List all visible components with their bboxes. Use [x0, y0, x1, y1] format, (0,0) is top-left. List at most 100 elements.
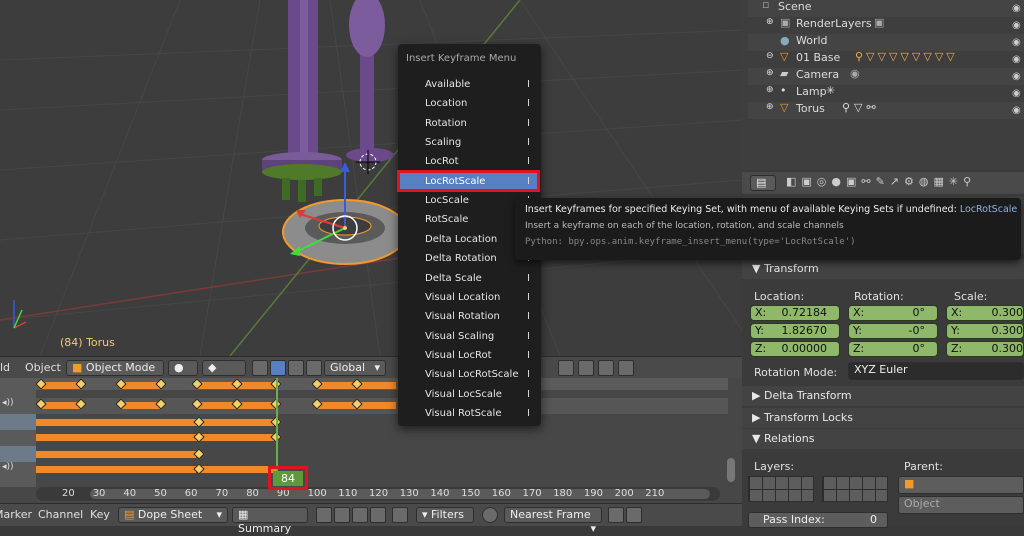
- pivot-dropdown[interactable]: ◆: [202, 360, 246, 376]
- keyframe-hold[interactable]: [36, 434, 276, 441]
- menu-item-locrot[interactable]: LocRot I: [400, 152, 539, 171]
- menu-item-rotation[interactable]: Rotation I: [400, 114, 539, 133]
- outliner-item-camera[interactable]: Camera: [796, 68, 839, 81]
- scale-y-field[interactable]: Y: 0.300: [946, 323, 1024, 339]
- ghost-icon[interactable]: [352, 507, 368, 523]
- menu-title: Insert Keyframe Menu: [406, 53, 517, 64]
- current-frame-indicator[interactable]: 84: [273, 471, 303, 486]
- rotation-z-field[interactable]: Z: 0°: [848, 341, 938, 357]
- keyframe-hold[interactable]: [36, 419, 276, 426]
- lock-icon[interactable]: [334, 507, 350, 523]
- rotation-label: Rotation:: [854, 290, 904, 303]
- outliner-item-01-base[interactable]: 01 Base: [796, 51, 840, 64]
- dopesheet-header: Marker Channel Key ▤ Dope Sheet ▾ ▦ Summ…: [0, 503, 742, 535]
- keyframe-hold[interactable]: [36, 451, 196, 458]
- relations-panel-header[interactable]: ▼ Relations: [742, 429, 1024, 449]
- cursor-icon[interactable]: [316, 507, 332, 523]
- view-menu[interactable]: ld: [0, 361, 10, 374]
- outliner-item-scene[interactable]: Scene: [778, 0, 812, 13]
- vertical-scrollbar[interactable]: [727, 458, 735, 482]
- copy-icon[interactable]: [608, 507, 624, 523]
- visibility-column[interactable]: ◉ ◉ ◉ ◉ ◉ ◉ ◉: [1012, 0, 1024, 120]
- rotation-x-field[interactable]: X: 0°: [848, 305, 938, 321]
- expand-icon[interactable]: ⊕: [766, 68, 774, 78]
- menu-item-delta-scale[interactable]: Delta Scale I: [400, 269, 539, 288]
- parent-field[interactable]: ■: [898, 476, 1024, 494]
- manipulator-toggle[interactable]: [252, 360, 268, 376]
- outliner-item-torus[interactable]: Torus: [796, 102, 825, 115]
- editor-mode-dropdown[interactable]: ▤ Dope Sheet ▾: [118, 507, 228, 523]
- scale-label: Scale:: [954, 290, 988, 303]
- outliner-row[interactable]: [748, 68, 1024, 85]
- key-menu[interactable]: Key: [90, 508, 110, 521]
- expand-icon[interactable]: ⊕: [766, 102, 774, 112]
- outliner-item-renderlayers[interactable]: RenderLayers: [796, 17, 872, 30]
- 3d-viewport[interactable]: (84) Torus: [0, 0, 742, 356]
- tooltip-description: Insert Keyframes for specified Keying Se…: [525, 204, 957, 215]
- viewport-shading-dropdown[interactable]: ●: [168, 360, 198, 376]
- layers-grid-left[interactable]: [748, 476, 814, 502]
- menu-item-visual-locrotscale[interactable]: Visual LocRotScale I: [400, 365, 539, 384]
- expand-icon[interactable]: ⊕: [766, 85, 774, 95]
- render-icon[interactable]: [578, 360, 594, 376]
- properties-context-icons[interactable]: ◧▣◎●▣⚯✎↗⚙◍▦✳⚲: [786, 175, 996, 191]
- rotation-mode-dropdown[interactable]: XYZ Euler: [848, 362, 1024, 380]
- channel-row[interactable]: [0, 446, 36, 462]
- scale-x-field[interactable]: X: 0.300: [946, 305, 1024, 321]
- outliner-row[interactable]: [748, 102, 1024, 119]
- translate-manipulator[interactable]: [270, 360, 286, 376]
- scale-z-field[interactable]: Z: 0.300: [946, 341, 1024, 357]
- rotation-y-field[interactable]: Y: -0°: [848, 323, 938, 339]
- paste-icon[interactable]: [626, 507, 642, 523]
- orientation-dropdown[interactable]: Global ▾: [324, 360, 386, 376]
- layers-grid-right[interactable]: [822, 476, 888, 502]
- search-icon[interactable]: [392, 507, 408, 523]
- frame-tick-label: 170: [522, 488, 542, 499]
- speaker-icon[interactable]: ◂)): [2, 398, 14, 408]
- error-icon[interactable]: [370, 507, 386, 523]
- menu-item-visual-rotscale[interactable]: Visual RotScale I: [400, 404, 539, 423]
- filters-button[interactable]: ▾ Filters: [416, 507, 474, 523]
- summary-toggle[interactable]: ▦ Summary: [232, 507, 308, 535]
- editor-type-dropdown[interactable]: ▤: [750, 175, 776, 191]
- outliner-item-world[interactable]: World: [796, 34, 828, 47]
- onion-icon[interactable]: [558, 360, 574, 376]
- menu-item-scaling[interactable]: Scaling I: [400, 133, 539, 152]
- menu-item-visual-scaling[interactable]: Visual Scaling I: [400, 327, 539, 346]
- clapper-icon[interactable]: [618, 360, 634, 376]
- menu-item-visual-locscale[interactable]: Visual LocScale I: [400, 385, 539, 404]
- menu-item-available[interactable]: Available I: [400, 75, 539, 94]
- expand-icon[interactable]: ⊕: [766, 17, 774, 27]
- playhead-line[interactable]: [276, 378, 278, 473]
- menu-item-location[interactable]: Location I: [400, 94, 539, 113]
- expand-icon[interactable]: ⊖: [766, 51, 774, 61]
- menu-item-visual-rotation[interactable]: Visual Rotation I: [400, 307, 539, 326]
- delta-transform-panel-header[interactable]: ▶ Delta Transform: [742, 386, 1024, 406]
- frame-tick-label: 120: [369, 488, 389, 499]
- speaker-icon[interactable]: ◂)): [2, 462, 14, 472]
- object-menu[interactable]: Object: [25, 361, 61, 374]
- scale-manipulator[interactable]: [306, 360, 322, 376]
- outliner-row[interactable]: [748, 85, 1024, 102]
- marker-menu[interactable]: Marker: [0, 508, 32, 521]
- location-x-field[interactable]: X: 0.72184: [750, 305, 840, 321]
- keyframe-hold[interactable]: [36, 466, 196, 473]
- menu-item-visual-locrot[interactable]: Visual LocRot I: [400, 346, 539, 365]
- transform-locks-panel-header[interactable]: ▶ Transform Locks: [742, 408, 1024, 428]
- location-z-field[interactable]: Z: 0.00000: [750, 341, 840, 357]
- camera-icon[interactable]: [598, 360, 614, 376]
- outliner-item-lamp[interactable]: Lamp: [796, 85, 827, 98]
- scale-z-axis: Z:: [951, 342, 963, 355]
- auto-snap-icon[interactable]: [482, 507, 498, 523]
- parent-type-dropdown[interactable]: Object: [898, 496, 1024, 514]
- channel-row[interactable]: [0, 414, 36, 430]
- rotate-manipulator[interactable]: [288, 360, 304, 376]
- snap-dropdown[interactable]: Nearest Frame ▾: [504, 507, 602, 535]
- mode-dropdown[interactable]: ■ Object Mode ▾: [66, 360, 164, 388]
- channel-menu[interactable]: Channel: [38, 508, 83, 521]
- frame-tick-label: 190: [583, 488, 603, 499]
- keyframe-hold[interactable]: [200, 466, 276, 473]
- menu-item-visual-location[interactable]: Visual Location I: [400, 288, 539, 307]
- transform-panel-header[interactable]: ▼ Transform: [742, 259, 1024, 279]
- location-y-field[interactable]: Y: 1.82670: [750, 323, 840, 339]
